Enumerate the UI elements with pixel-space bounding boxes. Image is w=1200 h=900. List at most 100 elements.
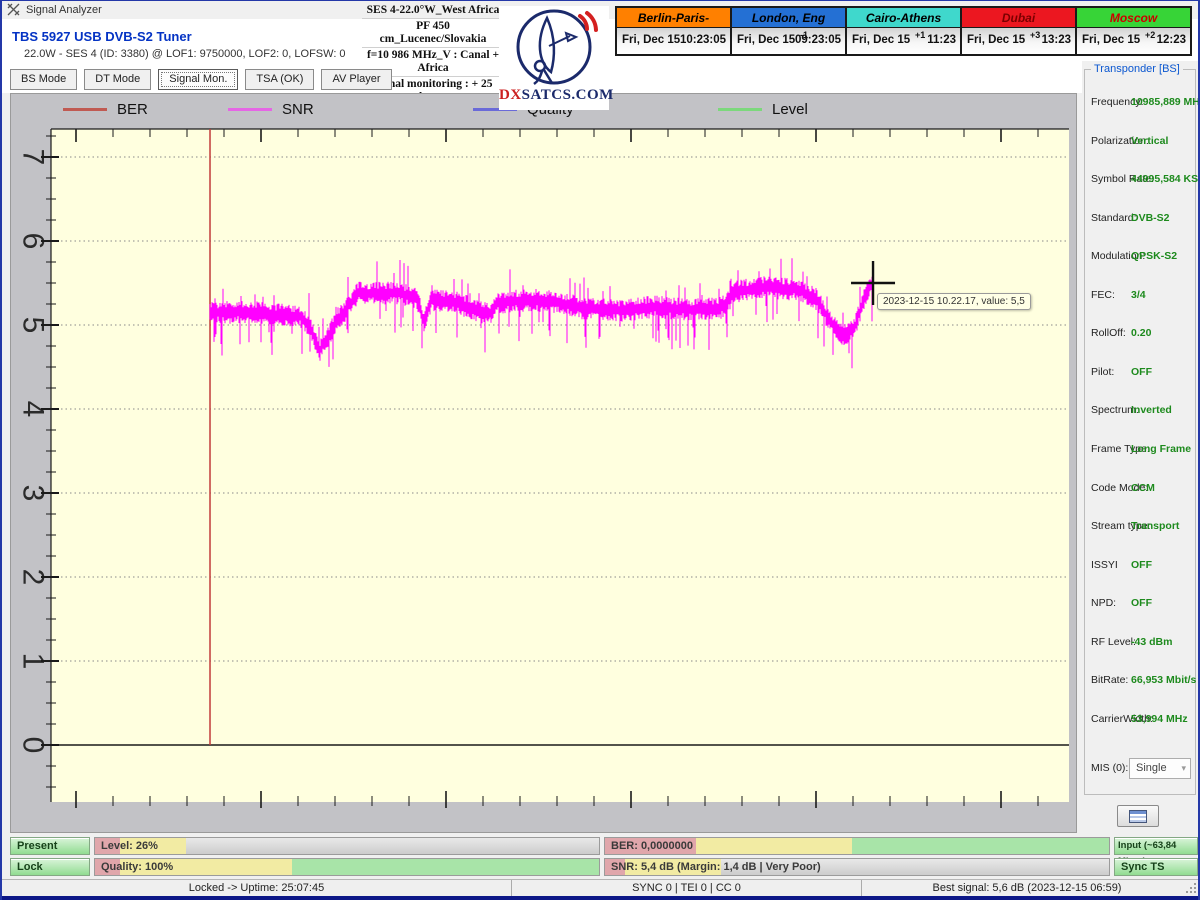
status-bar: Locked -> Uptime: 25:07:45 SYNC 0 | TEI … — [2, 879, 1198, 896]
world-clocks: Berlin-Paris-Vienna-RomaFri, Dec 1510:23… — [615, 6, 1192, 56]
transponder-row-value: QPSK-S2 — [1131, 250, 1177, 262]
transponder-row-value: Inverted — [1131, 404, 1172, 416]
transponder-row: Stream type:Transport — [1085, 520, 1195, 536]
mis-selected-value: Single — [1136, 762, 1167, 774]
signal-analyzer-window: Signal Analyzer TBS 5927 USB DVB-S2 Tune… — [0, 0, 1200, 900]
transponder-row-label: FEC: — [1091, 289, 1115, 301]
window-bottom-border — [2, 896, 1198, 900]
bar-label: SNR: 5,4 dB (Margin: 1,4 dB | Very Poor) — [611, 859, 821, 876]
transponder-row-value: 10985,889 MHz — [1131, 96, 1200, 108]
clock-cell: DubaiFri, Dec 15+313:23 — [962, 8, 1077, 54]
transponder-row-value: -43 dBm — [1131, 636, 1172, 648]
tab-dt-mode[interactable]: DT Mode — [84, 69, 151, 90]
snr-chart: 01234567 — [11, 94, 1078, 834]
signal-chart-panel: BERSNRQualityLevel 01234567 2023-12-15 1… — [10, 93, 1077, 833]
transponder-row-label: RF Level: — [1091, 636, 1136, 648]
clock-time-row: Fri, Dec 1510:23:05 — [617, 28, 730, 54]
transponder-row: Code Mode:CCM — [1085, 482, 1195, 498]
transponder-title: Transponder [BS] — [1091, 63, 1183, 75]
transponder-row: Frame Type:Long Frame — [1085, 443, 1195, 459]
transponder-row-value: Long Frame — [1131, 443, 1191, 455]
app-icon — [7, 3, 20, 19]
transponder-row-value: CCM — [1131, 482, 1155, 494]
transponder-row-label: NPD: — [1091, 597, 1116, 609]
clock-city: Moscow — [1077, 8, 1190, 28]
transponder-row-value: Transport — [1131, 520, 1179, 532]
transponder-row-label: Pilot: — [1091, 366, 1114, 378]
tab-signal-mon[interactable]: Signal Mon. — [158, 69, 238, 90]
clock-time: 09:23:05 — [795, 34, 841, 46]
clock-time-row: Fri, Dec 15-109:23:05 — [732, 28, 845, 54]
tab-bs-mode[interactable]: BS Mode — [10, 69, 77, 90]
clock-city: Dubai — [962, 8, 1075, 28]
transponder-row-value: 0.20 — [1131, 327, 1151, 339]
transponder-row: Symbol Rate:44995,584 KS/s — [1085, 173, 1195, 189]
level-bar: Level: 26% — [94, 837, 600, 855]
transponder-row-label: BitRate: — [1091, 674, 1128, 686]
tab-av-player[interactable]: AV Player — [321, 69, 391, 90]
transponder-row: RollOff: 0.20 — [1085, 327, 1195, 343]
transponder-row-value: 44995,584 KS/s — [1131, 173, 1200, 185]
bar-segment — [852, 838, 1109, 854]
transponder-row-label: RollOff: — [1091, 327, 1126, 339]
mis-select[interactable]: Single ▾ — [1129, 758, 1191, 779]
chart-tooltip: 2023-12-15 10.22.17, value: 5,5 — [877, 293, 1031, 310]
info-line: SES 4-22.0°W_West Africa — [362, 3, 504, 19]
transponder-row: Standard:DVB-S2 — [1085, 212, 1195, 228]
snr-bar: SNR: 5,4 dB (Margin: 1,4 dB | Very Poor) — [604, 858, 1110, 876]
clock-city: Berlin-Paris-Vienna-Roma — [617, 8, 730, 28]
transponder-row: ISSYIOFF — [1085, 559, 1195, 575]
clock-date: Fri, Dec 15 — [737, 34, 795, 46]
info-line: PF 450 cm_Lucenec/Slovakia — [362, 19, 504, 48]
transponder-row: CarrierWidth:53,994 MHz — [1085, 713, 1195, 729]
clock-cell: Moscow Fri, Dec 15 +212:23 — [1077, 8, 1192, 54]
window-title: Signal Analyzer — [26, 4, 102, 16]
mis-row: MIS (0): Single ▾ — [1085, 762, 1195, 784]
clock-time-row: Fri, Dec 15+111:23 — [847, 28, 960, 54]
present-indicator: Present — [10, 837, 90, 855]
chevron-down-icon: ▾ — [1181, 759, 1186, 778]
clock-date: Fri, Dec 15 — [622, 34, 680, 46]
clock-time: 10:23:05 — [680, 34, 726, 46]
transponder-row-value: OFF — [1131, 366, 1152, 378]
clock-cell: Berlin-Paris-Vienna-RomaFri, Dec 1510:23… — [617, 8, 732, 54]
transponder-row: RF Level:-43 dBm — [1085, 636, 1195, 652]
quality-bar: Quality: 100% — [94, 858, 600, 876]
transponder-groupbox: Transponder [BS] MIS (0): Single ▾ Frequ… — [1084, 69, 1196, 795]
transponder-row-value: OFF — [1131, 597, 1152, 609]
ber-bar: BER: 0,0000000 — [604, 837, 1110, 855]
transponder-row: Pilot: OFF — [1085, 366, 1195, 382]
transponder-row: FEC:3/4 — [1085, 289, 1195, 305]
logo-text: DXSATCS.COM — [499, 87, 609, 104]
clock-time-row: Fri, Dec 15 +212:23 — [1077, 28, 1190, 54]
clock-date: Fri, Dec 15 — [852, 34, 910, 46]
clock-cell: Cairo-AthensFri, Dec 15+111:23 — [847, 8, 962, 54]
transponder-row: Frequency:10985,889 MHz — [1085, 96, 1195, 112]
transponder-row-label: Standard: — [1091, 212, 1137, 224]
bar-segment — [292, 859, 599, 875]
clock-time-row: Fri, Dec 15+313:23 — [962, 28, 1075, 54]
uptime-status: Locked -> Uptime: 25:07:45 — [2, 880, 512, 897]
clock-time: 11:23 — [927, 34, 956, 46]
transponder-row: Spectrum:Inverted — [1085, 404, 1195, 420]
signal-status-bars: Present Level: 26% BER: 0,0000000 Input … — [2, 833, 1198, 879]
satellite-dish-icon — [500, 6, 608, 88]
tab-tsa-ok[interactable]: TSA (OK) — [245, 69, 314, 90]
best-signal-status: Best signal: 5,6 dB (2023-12-15 06:59) — [862, 880, 1192, 897]
transponder-row: Modulation:QPSK-S2 — [1085, 250, 1195, 266]
clock-utc-offset: +2 — [1145, 30, 1155, 40]
clock-cell: London, EngFri, Dec 15-109:23:05 — [732, 8, 847, 54]
tuner-title: TBS 5927 USB DVB-S2 Tuner — [12, 29, 192, 44]
clock-date: Fri, Dec 15 — [1082, 34, 1140, 46]
resize-grip[interactable] — [1185, 882, 1197, 897]
transponder-row: BitRate:66,953 Mbit/s — [1085, 674, 1195, 690]
lock-indicator: Lock — [10, 858, 90, 876]
transponder-row-value: DVB-S2 — [1131, 212, 1170, 224]
clock-time: 12:23 — [1157, 34, 1186, 46]
tuner-subtitle: 22.0W - SES 4 (ID: 3380) @ LOF1: 9750000… — [24, 48, 346, 60]
transponder-row-value: 66,953 Mbit/s — [1131, 674, 1196, 686]
bar-segment — [696, 838, 852, 854]
dxsatcs-logo: DXSATCS.COM — [499, 6, 609, 110]
ts-list-button[interactable] — [1117, 805, 1159, 827]
transponder-row-value: 53,994 MHz — [1131, 713, 1188, 725]
